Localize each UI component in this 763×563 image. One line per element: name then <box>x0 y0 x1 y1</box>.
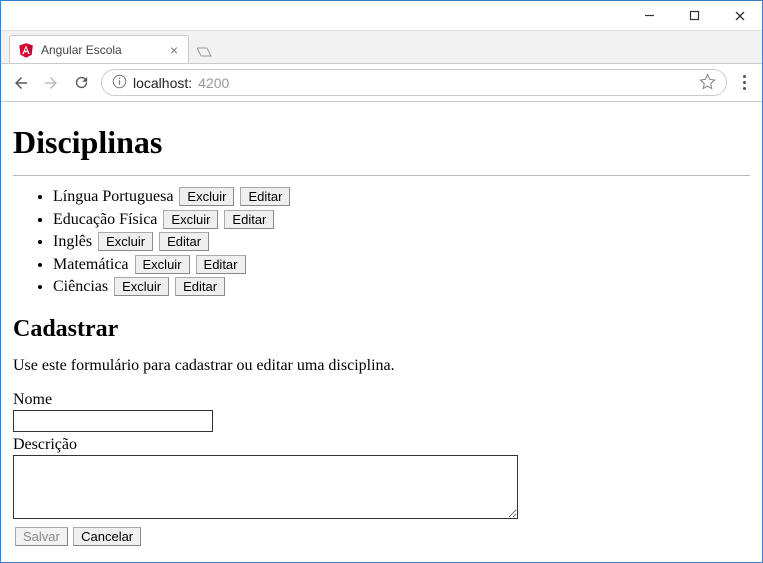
window-titlebar <box>1 1 762 31</box>
list-item: Educação Física Excluir Editar <box>53 209 750 231</box>
url-host: localhost: <box>133 75 192 91</box>
list-item: Língua Portuguesa Excluir Editar <box>53 186 750 208</box>
browser-tab[interactable]: Angular Escola × <box>9 35 189 63</box>
address-bar[interactable]: localhost: 4200 <box>101 69 727 96</box>
angular-icon <box>18 42 34 58</box>
form-actions: Salvar Cancelar <box>13 527 750 546</box>
forward-button <box>41 73 61 93</box>
tab-title: Angular Escola <box>41 43 122 57</box>
minimize-icon[interactable] <box>627 1 672 30</box>
desc-label: Descrição <box>13 436 750 454</box>
url-port: 4200 <box>198 75 229 91</box>
bookmark-icon[interactable] <box>699 73 716 93</box>
list-item: Ciências Excluir Editar <box>53 276 750 298</box>
list-item: Matemática Excluir Editar <box>53 254 750 276</box>
disciplinas-list: Língua Portuguesa Excluir Editar Educaçã… <box>13 186 750 298</box>
delete-button[interactable]: Excluir <box>163 210 218 229</box>
browser-menu-button[interactable] <box>737 71 752 94</box>
delete-button[interactable]: Excluir <box>98 232 153 251</box>
edit-button[interactable]: Editar <box>196 255 246 274</box>
item-name: Ciências <box>53 278 108 295</box>
delete-button[interactable]: Excluir <box>114 277 169 296</box>
name-label: Nome <box>13 391 750 409</box>
site-info-icon[interactable] <box>112 74 127 92</box>
back-button[interactable] <box>11 73 31 93</box>
form-heading: Cadastrar <box>13 316 750 343</box>
browser-tabbar: Angular Escola × <box>1 31 762 64</box>
save-button[interactable]: Salvar <box>15 527 68 546</box>
browser-navbar: localhost: 4200 <box>1 64 762 102</box>
delete-button[interactable]: Excluir <box>179 187 234 206</box>
tab-close-icon[interactable]: × <box>170 42 178 58</box>
new-tab-button[interactable] <box>193 41 217 63</box>
item-name: Inglês <box>53 233 92 250</box>
edit-button[interactable]: Editar <box>159 232 209 251</box>
edit-button[interactable]: Editar <box>224 210 274 229</box>
maximize-icon[interactable] <box>672 1 717 30</box>
divider <box>13 175 750 176</box>
page-title: Disciplinas <box>13 124 750 161</box>
name-input[interactable] <box>13 410 213 432</box>
item-name: Língua Portuguesa <box>53 188 173 205</box>
item-name: Educação Física <box>53 211 157 228</box>
list-item: Inglês Excluir Editar <box>53 231 750 253</box>
reload-button[interactable] <box>71 73 91 93</box>
page-content: Disciplinas Língua Portuguesa Excluir Ed… <box>1 102 762 558</box>
delete-button[interactable]: Excluir <box>135 255 190 274</box>
edit-button[interactable]: Editar <box>175 277 225 296</box>
desc-textarea[interactable] <box>13 455 518 519</box>
item-name: Matemática <box>53 256 129 273</box>
form-helptext: Use este formulário para cadastrar ou ed… <box>13 357 750 375</box>
close-icon[interactable] <box>717 1 762 30</box>
cancel-button[interactable]: Cancelar <box>73 527 141 546</box>
edit-button[interactable]: Editar <box>240 187 290 206</box>
